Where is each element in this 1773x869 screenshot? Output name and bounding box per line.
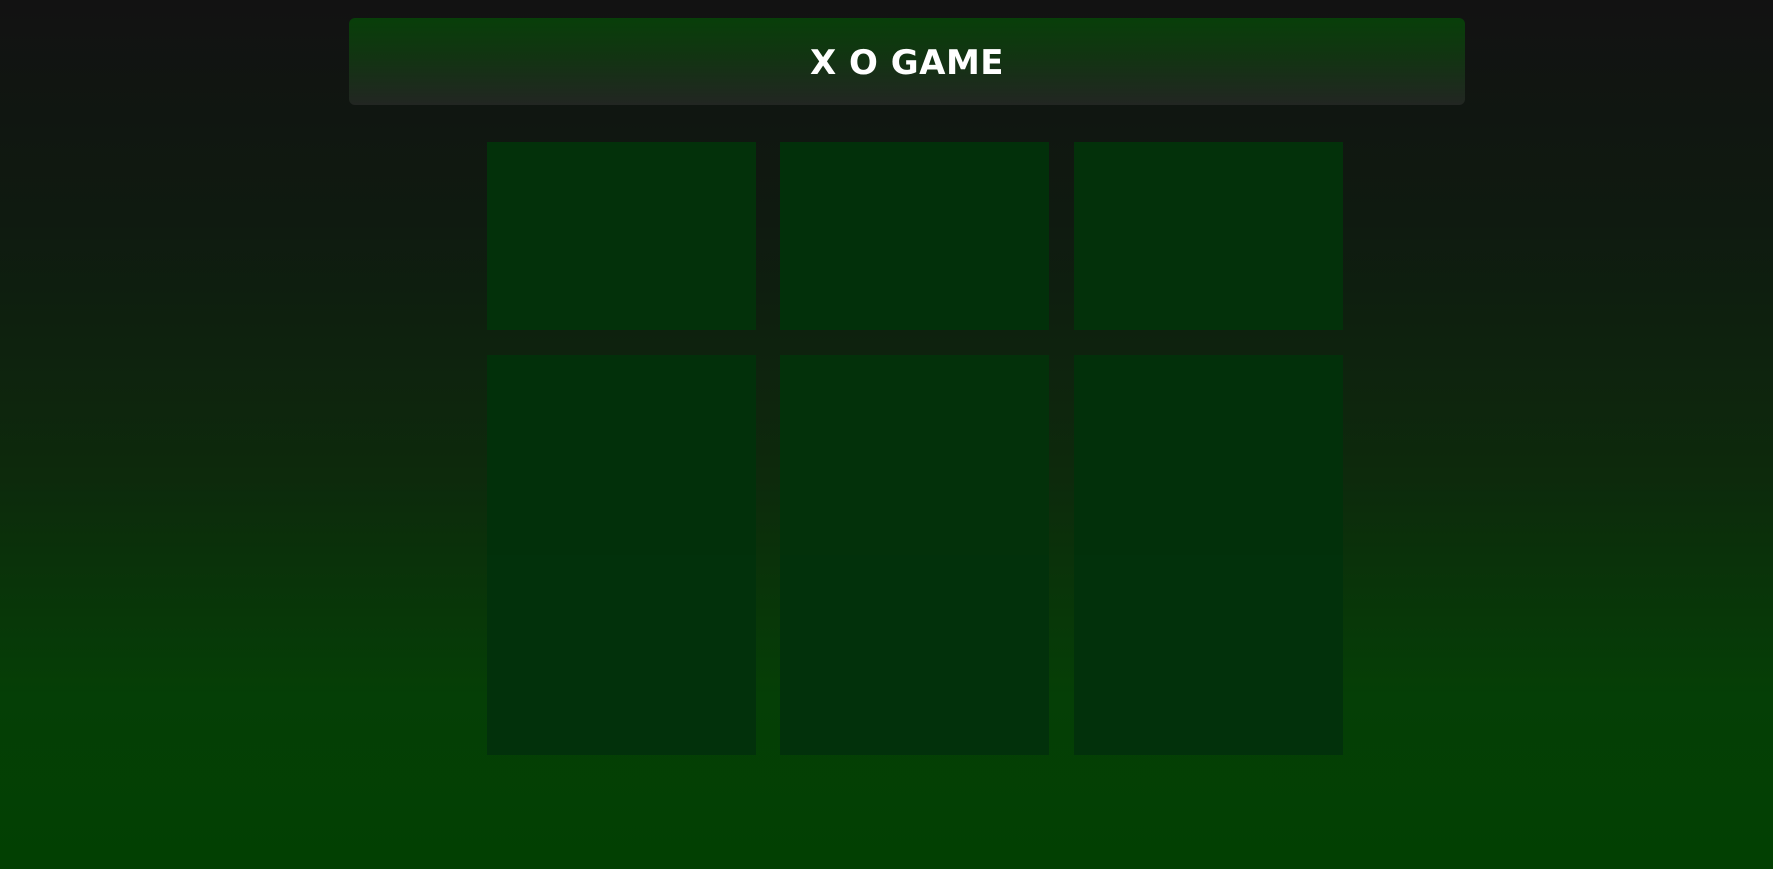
game-board <box>487 142 1343 755</box>
board-cell-6[interactable] <box>487 555 756 755</box>
board-cell-5[interactable] <box>1074 355 1343 555</box>
board-cell-7[interactable] <box>780 555 1049 755</box>
cell-mark-7 <box>780 555 1049 755</box>
cell-mark-3 <box>487 355 756 555</box>
cell-mark-4 <box>780 355 1049 555</box>
board-cell-4[interactable] <box>780 355 1049 555</box>
cell-mark-2 <box>1074 142 1343 330</box>
cell-mark-0 <box>487 142 756 330</box>
game-title: X O GAME <box>809 42 1005 83</box>
board-cell-2[interactable] <box>1074 142 1343 330</box>
board-cell-3[interactable] <box>487 355 756 555</box>
cell-mark-8 <box>1074 555 1343 755</box>
cell-mark-1 <box>780 142 1049 330</box>
board-cell-1[interactable] <box>780 142 1049 330</box>
cell-mark-5 <box>1074 355 1343 555</box>
game-header: X O GAME <box>349 18 1465 105</box>
cell-mark-6 <box>487 555 756 755</box>
board-cell-8[interactable] <box>1074 555 1343 755</box>
board-cell-0[interactable] <box>487 142 756 330</box>
